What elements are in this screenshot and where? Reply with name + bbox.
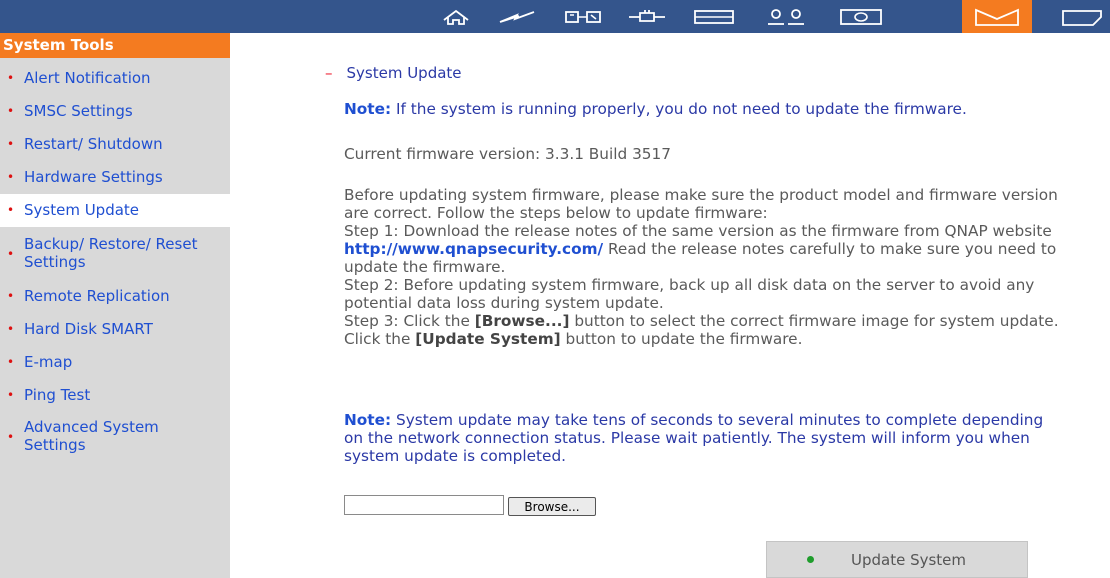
step2-text: Step 2: Before updating system firmware,… xyxy=(344,276,1035,312)
sidebar-item-label: Restart/ Shutdown xyxy=(24,135,163,153)
folder-icon[interactable] xyxy=(1054,0,1110,33)
browse-button[interactable]: Browse... xyxy=(508,497,596,516)
section-title: System Update xyxy=(346,64,462,82)
sidebar-item-backup-restore-reset[interactable]: • Backup/ Restore/ Reset Settings xyxy=(0,235,230,271)
sidebar-item-hardware-settings[interactable]: • Hardware Settings xyxy=(0,168,230,186)
bullet-icon: • xyxy=(7,247,15,261)
firmware-version: Current firmware version: 3.3.1 Build 35… xyxy=(344,145,672,163)
qnap-website-link[interactable]: http://www.qnapsecurity.com/ xyxy=(344,240,603,258)
bullet-icon: • xyxy=(7,388,15,402)
sidebar-item-smsc-settings[interactable]: • SMSC Settings xyxy=(0,102,230,120)
sidebar-item-e-map[interactable]: • E-map xyxy=(0,353,230,371)
bullet-icon: • xyxy=(7,355,15,369)
sidebar-item-label: Hardware Settings xyxy=(24,168,163,186)
step3-browse-ref: [Browse...] xyxy=(474,312,570,330)
sidebar-item-ping-test[interactable]: • Ping Test xyxy=(0,386,230,404)
bullet-icon: • xyxy=(7,430,15,444)
step1-text-a: Step 1: Download the release notes of th… xyxy=(344,222,1052,240)
sidebar-item-label: Ping Test xyxy=(24,386,91,404)
section-header: – System Update xyxy=(325,64,462,82)
plug-icon[interactable] xyxy=(622,0,672,33)
instructions: Before updating system firmware, please … xyxy=(344,186,1064,348)
note-label: Note: xyxy=(344,411,392,429)
sidebar-item-advanced-system-settings[interactable]: • Advanced System Settings xyxy=(0,418,230,454)
users-icon[interactable] xyxy=(758,0,814,33)
step3-text-c: button to update the firmware. xyxy=(560,330,803,348)
bullet-icon: • xyxy=(7,71,15,85)
firmware-file-field[interactable] xyxy=(344,495,504,515)
top-navigation-bar xyxy=(0,0,1110,33)
home-icon[interactable] xyxy=(436,0,476,33)
tools-icon[interactable] xyxy=(962,0,1032,33)
step3-update-ref: [Update System] xyxy=(415,330,561,348)
step3-text-a: Step 3: Click the xyxy=(344,312,475,330)
bullet-icon: • xyxy=(7,203,15,217)
update-system-label: Update System xyxy=(851,550,967,569)
lightning-icon[interactable] xyxy=(492,0,542,33)
section-dash: – xyxy=(325,64,333,82)
sidebar-item-label: Remote Replication xyxy=(24,287,170,305)
sidebar-item-label: Hard Disk SMART xyxy=(24,320,153,338)
sidebar-item-alert-notification[interactable]: • Alert Notification xyxy=(0,69,230,87)
bullet-icon: • xyxy=(7,137,15,151)
note-top: Note: If the system is running properly,… xyxy=(344,100,1064,118)
main-content: – System Update Note: If the system is ru… xyxy=(230,33,1110,578)
note-text: If the system is running properly, you d… xyxy=(391,100,967,118)
note-text: System update may take tens of seconds t… xyxy=(344,411,1044,465)
sidebar-item-label: E-map xyxy=(24,353,73,371)
note-label: Note: xyxy=(344,100,392,118)
sidebar: System Tools • Alert Notification • SMSC… xyxy=(0,33,230,578)
bullet-icon: • xyxy=(7,289,15,303)
connector-icon[interactable] xyxy=(558,0,608,33)
panel-icon[interactable] xyxy=(688,0,740,33)
monitor-icon[interactable] xyxy=(832,0,890,33)
sidebar-item-system-update[interactable]: • System Update xyxy=(0,194,230,227)
sidebar-title: System Tools xyxy=(0,33,230,58)
note-bottom: Note: System update may take tens of sec… xyxy=(344,411,1064,465)
update-system-button[interactable]: Update System xyxy=(766,541,1028,578)
sidebar-item-label: Backup/ Restore/ Reset Settings xyxy=(24,235,198,271)
sidebar-item-hard-disk-smart[interactable]: • Hard Disk SMART xyxy=(0,320,230,338)
instructions-intro: Before updating system firmware, please … xyxy=(344,186,1058,222)
sidebar-item-label: Advanced System Settings xyxy=(24,418,159,454)
bullet-icon: • xyxy=(7,104,15,118)
green-dot-icon xyxy=(807,556,814,563)
sidebar-item-restart-shutdown[interactable]: • Restart/ Shutdown xyxy=(0,135,230,153)
bullet-icon: • xyxy=(7,322,15,336)
sidebar-item-label: Alert Notification xyxy=(24,69,151,87)
bullet-icon: • xyxy=(7,170,15,184)
sidebar-item-label: System Update xyxy=(24,201,140,219)
sidebar-item-remote-replication[interactable]: • Remote Replication xyxy=(0,287,230,305)
sidebar-item-label: SMSC Settings xyxy=(24,102,133,120)
